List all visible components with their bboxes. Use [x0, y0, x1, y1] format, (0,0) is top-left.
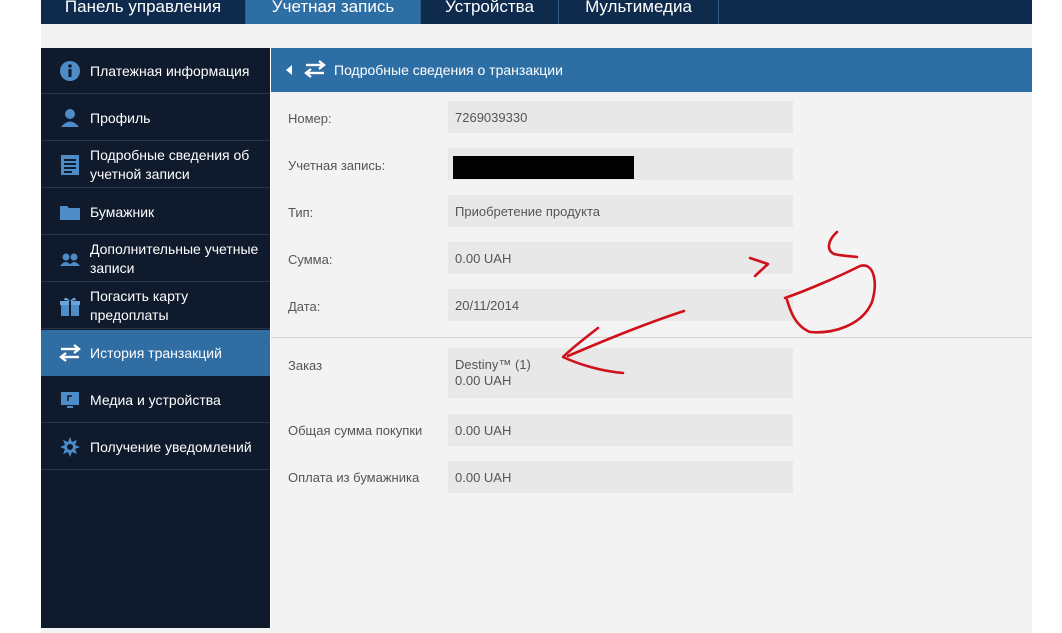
swap-arrows-icon [59, 342, 81, 364]
sidebar-item-label: Подробные сведения об учетной записи [90, 147, 250, 182]
transaction-details-panel: Подробные сведения о транзакции Номер: 7… [271, 48, 1032, 628]
nav-spacer [41, 24, 1032, 48]
wallet-payment-value: 0.00 UAH [448, 461, 793, 493]
tab-account[interactable]: Учетная запись [246, 0, 421, 24]
user-icon [59, 107, 81, 129]
section-divider [271, 337, 1032, 338]
sidebar-item-payment-info[interactable]: Платежная информация [41, 48, 270, 94]
total-value: 0.00 UAH [448, 414, 793, 446]
amount-label: Сумма: [288, 252, 333, 267]
notification-icon [59, 436, 81, 458]
order-label: Заказ [288, 358, 323, 373]
number-label: Номер: [288, 111, 332, 126]
bottom-edge [41, 628, 1032, 633]
sidebar-item-account-details[interactable]: Подробные сведения об учетной записи [41, 142, 270, 188]
amount-value: 0.00 UAH [448, 242, 793, 274]
redaction-bar [453, 156, 634, 179]
wallet-icon [59, 201, 81, 223]
gift-icon [59, 295, 81, 317]
tab-multimedia[interactable]: Мультимедиа [559, 0, 719, 24]
users-icon [59, 248, 81, 270]
sidebar-item-additional-accounts[interactable]: Дополнительные учетные записи [41, 236, 270, 282]
sidebar-item-label: Дополнительные учетные записи [90, 241, 259, 276]
info-icon [59, 60, 81, 82]
sidebar-item-label: Бумажник [90, 203, 155, 220]
sidebar-item-label: Медиа и устройства [90, 391, 221, 408]
total-label: Общая сумма покупки [288, 423, 423, 438]
sidebar-item-media-devices[interactable]: Медиа и устройства [41, 377, 270, 423]
sidebar-item-label: История транзакций [90, 344, 222, 361]
type-value: Приобретение продукта [448, 195, 793, 227]
date-value: 20/11/2014 [448, 289, 793, 321]
wallet-payment-label: Оплата из бумажника [288, 470, 420, 485]
panel-header: Подробные сведения о транзакции [271, 48, 1032, 92]
date-label: Дата: [288, 299, 321, 314]
sidebar-item-label: Погасить карту предоплаты [90, 288, 189, 323]
sidebar-item-profile[interactable]: Профиль [41, 95, 270, 141]
top-navigation: Панель управления Учетная запись Устройс… [41, 0, 1032, 24]
sidebar-item-label: Профиль [90, 109, 151, 126]
sidebar-item-notifications[interactable]: Получение уведомлений [41, 424, 270, 470]
sidebar-item-label: Получение уведомлений [90, 438, 252, 455]
back-arrow-icon[interactable] [283, 63, 295, 77]
type-label: Тип: [288, 205, 314, 220]
order-price: 0.00 UAH [455, 373, 512, 388]
swap-arrows-icon [304, 60, 326, 78]
page-margin [1032, 0, 1062, 633]
tab-devices[interactable]: Устройства [421, 0, 559, 24]
sidebar-item-label: Платежная информация [90, 62, 250, 79]
sidebar-item-redeem-card[interactable]: Погасить карту предоплаты [41, 283, 270, 329]
order-value: Destiny™ (1) 0.00 UAH [448, 348, 793, 398]
page-title: Подробные сведения о транзакции [334, 62, 563, 78]
order-item: Destiny™ (1) [455, 357, 531, 372]
document-icon [59, 154, 81, 176]
sidebar-item-wallet[interactable]: Бумажник [41, 189, 270, 235]
sidebar: Платежная информация Профиль Подробные с… [41, 48, 270, 628]
monitor-icon [59, 389, 81, 411]
account-label: Учетная запись: [288, 158, 386, 173]
number-value: 7269039330 [448, 101, 793, 133]
tab-dashboard[interactable]: Панель управления [41, 0, 246, 24]
sidebar-item-transaction-history[interactable]: История транзакций [41, 330, 270, 376]
